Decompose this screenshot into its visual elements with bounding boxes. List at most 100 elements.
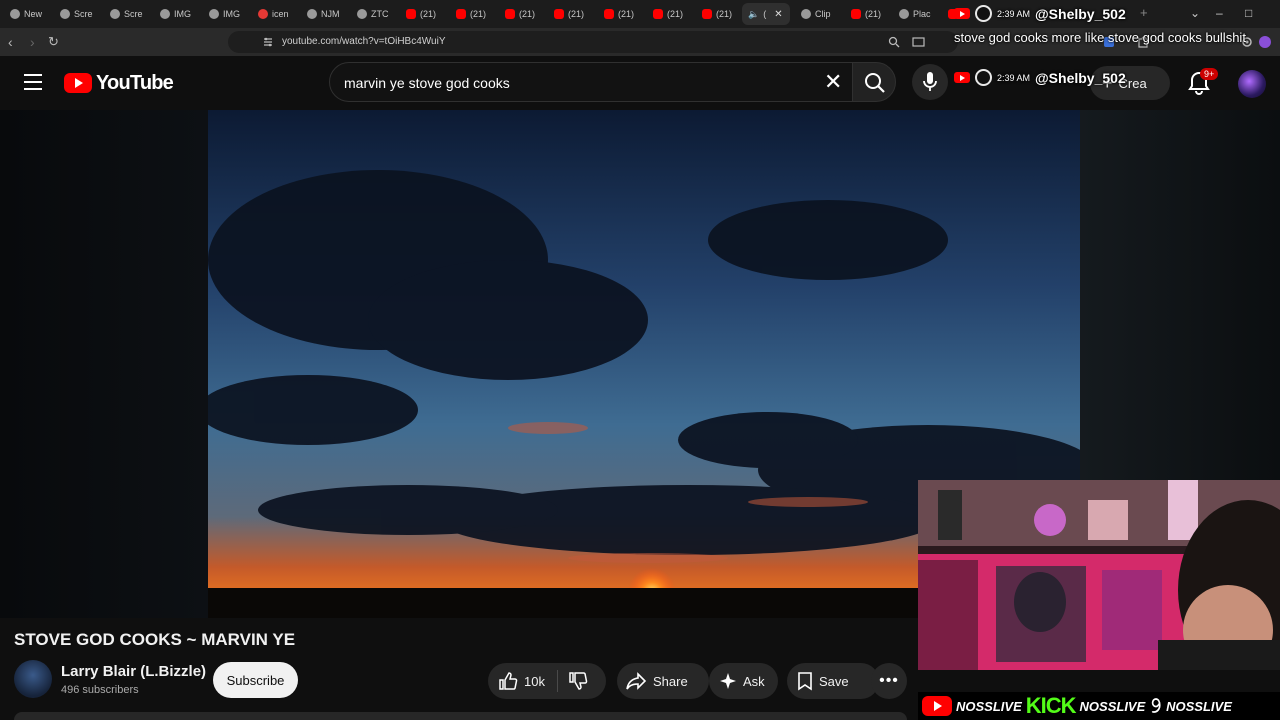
speaker-icon: 🔈: [748, 8, 760, 19]
clear-search-icon[interactable]: ✕: [824, 71, 842, 93]
search-input[interactable]: marvin ye stove god cooks ✕: [329, 62, 857, 102]
browser-tab-active[interactable]: 🔈(✕: [742, 3, 790, 25]
tab-favicon-icon: [60, 9, 70, 19]
browser-tab[interactable]: Plac: [893, 3, 939, 25]
user-badge-icon: [975, 5, 992, 22]
youtube-logo-icon: [922, 696, 952, 716]
voice-search-button[interactable]: [912, 64, 948, 100]
reload-icon[interactable]: ↻: [48, 33, 59, 51]
browser-tab[interactable]: (21): [696, 3, 742, 25]
youtube-favicon-icon: [406, 9, 416, 19]
like-count: 10k: [524, 673, 545, 689]
ask-button[interactable]: Ask: [709, 663, 778, 699]
microphone-icon: [923, 72, 937, 91]
youtube-favicon-icon: [702, 9, 712, 19]
browser-tab[interactable]: (21): [647, 3, 693, 25]
chat-message-header: 2:39 AM @Shelby_502: [954, 5, 1126, 22]
subscribe-button[interactable]: Subscribe: [213, 662, 298, 698]
tab-favicon-icon: [160, 9, 170, 19]
user-badge-icon: [975, 69, 992, 86]
ambient-left: [0, 110, 208, 618]
browser-tab[interactable]: icen: [252, 3, 298, 25]
thumbs-down-icon: [569, 672, 588, 690]
back-icon[interactable]: ‹: [8, 33, 13, 51]
new-tab-button[interactable]: +: [1140, 5, 1148, 20]
youtube-favicon-icon: [851, 9, 861, 19]
subscriber-count: 496 subscribers: [61, 684, 139, 696]
browser-tab[interactable]: Clip: [795, 3, 841, 25]
youtube-logo[interactable]: YouTube: [64, 71, 174, 94]
description-box[interactable]: [14, 712, 907, 720]
menu-icon[interactable]: [24, 74, 42, 90]
profile-icon[interactable]: [1258, 35, 1272, 49]
x-logo-icon: 𝟿: [1149, 694, 1163, 717]
account-avatar[interactable]: [1238, 70, 1266, 98]
restore-icon[interactable]: □: [1245, 6, 1252, 20]
youtube-play-icon: [64, 73, 92, 93]
zoom-icon[interactable]: [888, 36, 900, 48]
tab-favicon-icon: [258, 9, 268, 19]
browser-tab[interactable]: Scre: [104, 3, 150, 25]
dislike-button[interactable]: [558, 663, 588, 699]
forward-icon[interactable]: ›: [30, 33, 35, 51]
social-handle: NOSSLIVE: [1079, 698, 1146, 714]
chat-message-text: stove god cooks more like stove god cook…: [954, 30, 1246, 45]
browser-tab[interactable]: (21): [499, 3, 545, 25]
tab-favicon-icon: [801, 9, 811, 19]
bookmark-save-icon: [798, 672, 812, 691]
tab-favicon-icon: [209, 9, 219, 19]
youtube-favicon-icon: [554, 9, 564, 19]
sparkle-icon: [720, 673, 736, 689]
browser-tab[interactable]: IMG: [154, 3, 200, 25]
video-title: STOVE GOD COOKS ~ MARVIN YE: [14, 630, 296, 649]
youtube-favicon-icon: [456, 9, 466, 19]
thumbs-up-icon: [499, 672, 518, 690]
tab-search-icon[interactable]: ⌄: [1190, 6, 1200, 20]
kick-logo: KICK: [1025, 693, 1077, 718]
close-tab-icon[interactable]: ✕: [774, 9, 782, 20]
chat-timestamp: 2:39 AM: [997, 8, 1031, 19]
like-button[interactable]: 10k: [488, 663, 545, 699]
search-button[interactable]: [852, 62, 896, 102]
chat-username: @Shelby_502: [1035, 5, 1126, 22]
minimize-icon[interactable]: –: [1216, 6, 1223, 20]
url-text: youtube.com/watch?v=tOiHBc4WuiY: [282, 36, 446, 47]
cast-icon[interactable]: [912, 36, 925, 48]
browser-tab[interactable]: IMG: [203, 3, 249, 25]
browser-tab[interactable]: (21): [548, 3, 594, 25]
browser-tab[interactable]: Scre: [54, 3, 100, 25]
site-info-icon[interactable]: [262, 36, 274, 48]
address-bar[interactable]: youtube.com/watch?v=tOiHBc4WuiY: [228, 31, 958, 53]
like-dislike-group: 10k: [488, 663, 606, 699]
more-actions-icon[interactable]: •••: [871, 663, 907, 699]
webcam-feed-image: [918, 480, 1280, 670]
browser-tab[interactable]: (21): [400, 3, 446, 25]
search-icon: [865, 73, 885, 93]
youtube-favicon-icon: [653, 9, 663, 19]
channel-name[interactable]: Larry Blair (L.Bizzle): [61, 663, 206, 680]
browser-tab[interactable]: (21): [450, 3, 496, 25]
search-query: marvin ye stove god cooks: [344, 75, 510, 91]
share-button[interactable]: Share: [617, 663, 709, 699]
chat-username: @Shelby_502: [1035, 69, 1126, 86]
notification-count-badge: 9+: [1200, 68, 1219, 80]
youtube-favicon-icon: [604, 9, 614, 19]
browser-tab[interactable]: ZTC: [351, 3, 397, 25]
browser-tab[interactable]: (21): [845, 3, 891, 25]
youtube-icon: [954, 8, 970, 19]
chat-message-header: 2:39 AM @Shelby_502: [954, 69, 1126, 86]
browser-tab[interactable]: (21): [598, 3, 644, 25]
tab-favicon-icon: [899, 9, 909, 19]
social-handle: NOSSLIVE: [956, 698, 1022, 714]
tab-favicon-icon: [110, 9, 120, 19]
browser-tab[interactable]: New: [4, 3, 50, 25]
chat-timestamp: 2:39 AM: [997, 72, 1031, 83]
channel-avatar[interactable]: [14, 660, 52, 698]
social-handle: NOSSLIVE: [1166, 698, 1232, 714]
browser-tab[interactable]: NJM: [301, 3, 347, 25]
logo-text: YouTube: [96, 71, 174, 94]
youtube-favicon-icon: [505, 9, 515, 19]
save-button[interactable]: Save: [787, 663, 879, 699]
youtube-icon: [954, 72, 970, 83]
share-arrow-icon: [626, 672, 647, 690]
